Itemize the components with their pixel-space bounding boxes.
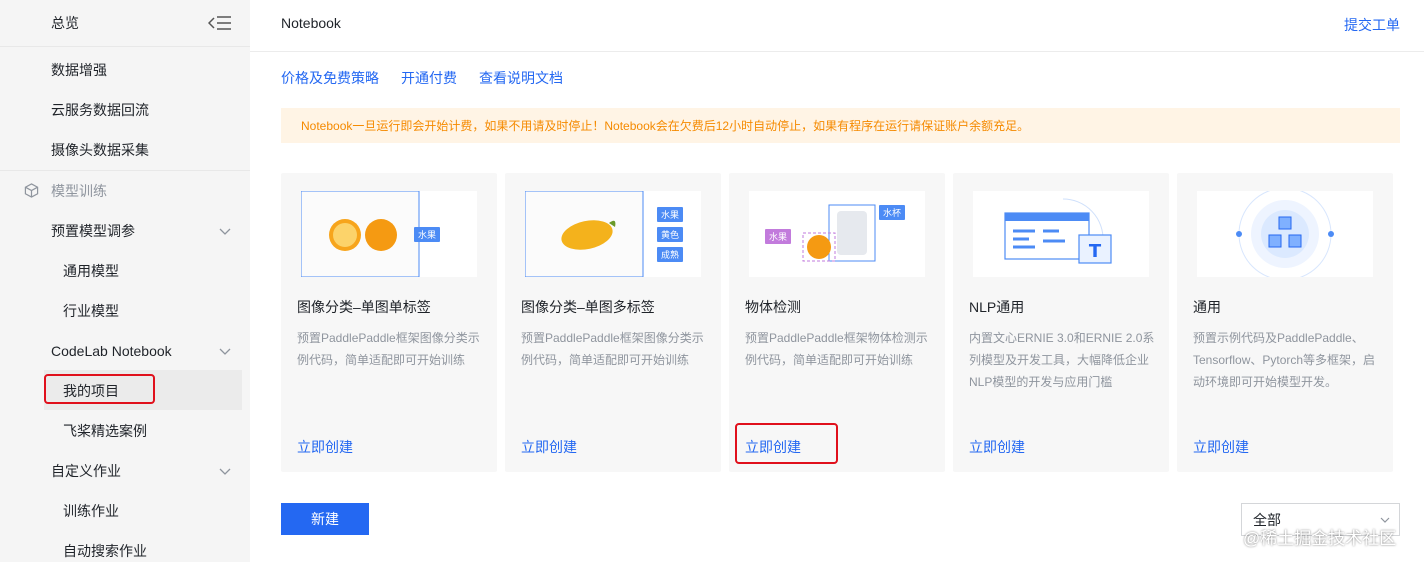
card-illustration: T (973, 191, 1149, 277)
notice-text: Notebook一旦运行即会开始计费，如果不用请及时停止！Notebook会在欠… (301, 119, 1030, 133)
sidebar-item-auto-search-jobs[interactable]: 自动搜索作业 (0, 531, 250, 562)
template-card-image-multi-label: 水果 黄色 成熟 图像分类–单图多标签 预置PaddlePaddle框架图像分类… (505, 173, 721, 472)
tag-label: 水果 (657, 207, 684, 222)
sidebar-item-data-augmentation[interactable]: 数据增强 (0, 50, 250, 90)
card-description: 预置PaddlePaddle框架图像分类示例代码，简单适配即可开始训练 (521, 331, 704, 367)
card-title: 物体检测 (745, 299, 801, 315)
sidebar-item-label: 飞桨精选案例 (63, 423, 147, 439)
sidebar-item-training-jobs[interactable]: 训练作业 (0, 491, 250, 531)
sidebar-group-model-training: 模型训练 (0, 171, 250, 211)
pricing-link[interactable]: 价格及免费策略 (281, 68, 379, 88)
create-button[interactable]: 立即创建 (521, 437, 577, 457)
sidebar-item-industry-model[interactable]: 行业模型 (0, 291, 250, 331)
sidebar-item-label: 云服务数据回流 (51, 102, 149, 118)
sidebar-item-label: 摄像头数据采集 (51, 142, 149, 158)
tag-label: 水果 (414, 227, 441, 242)
tag-label: 黄色 (657, 227, 684, 242)
tag-label: 水杯 (879, 205, 906, 220)
sidebar-item-paddle-cases[interactable]: 飞桨精选案例 (0, 411, 250, 451)
activate-payment-link[interactable]: 开通付费 (401, 68, 457, 88)
sidebar: 总览 数据增强 云服务数据回流 摄像头数据采集 模型训练 预置模型调参 通用模型… (0, 0, 250, 562)
chevron-down-icon (219, 468, 231, 475)
sidebar-group-label: 模型训练 (51, 183, 107, 199)
template-card-image-single-label: 水果 图像分类–单图单标签 预置PaddlePaddle框架图像分类示例代码，简… (281, 173, 497, 472)
card-description: 预置PaddlePaddle框架物体检测示例代码，简单适配即可开始训练 (745, 331, 928, 367)
collapse-menu-icon[interactable] (208, 15, 232, 31)
page-title: Notebook (281, 15, 341, 31)
sidebar-item-preset-tuning[interactable]: 预置模型调参 (0, 211, 250, 251)
sidebar-item-cloud-data-reflow[interactable]: 云服务数据回流 (0, 90, 250, 130)
card-title: 通用 (1193, 299, 1221, 315)
sidebar-divider (0, 46, 250, 47)
card-illustration: 水果 黄色 成熟 (525, 191, 701, 277)
svg-text:T: T (1089, 241, 1102, 262)
oranges-illustration (301, 191, 420, 277)
sidebar-item-codelab-notebook[interactable]: CodeLab Notebook (0, 331, 250, 371)
sidebar-item-label: 自动搜索作业 (63, 543, 147, 559)
general-illustration (1236, 191, 1334, 277)
submit-ticket-link[interactable]: 提交工单 (1344, 15, 1400, 35)
card-illustration (1197, 191, 1373, 277)
template-card-nlp: T NLP通用 内置文心ERNIE 3.0和ERNIE 2.0系列模型及开发工具… (953, 173, 1169, 472)
highlight-annotation (735, 423, 838, 464)
sidebar-item-label: 预置模型调参 (51, 223, 135, 239)
sidebar-item-label: 自定义作业 (51, 463, 121, 479)
card-description: 预置PaddlePaddle框架图像分类示例代码，简单适配即可开始训练 (297, 331, 480, 367)
template-card-general: 通用 预置示例代码及PaddlePaddle、Tensorflow、Pytorc… (1177, 173, 1393, 472)
sidebar-item-custom-jobs[interactable]: 自定义作业 (0, 451, 250, 491)
chevron-down-icon (219, 348, 231, 355)
sidebar-item-label: CodeLab Notebook (51, 343, 172, 359)
sidebar-item-label: 通用模型 (63, 263, 119, 279)
chevron-down-icon (219, 228, 231, 235)
create-button[interactable]: 立即创建 (297, 437, 353, 457)
sidebar-item-label: 总览 (51, 15, 79, 31)
sidebar-item-camera-collection[interactable]: 摄像头数据采集 (0, 130, 250, 170)
header-divider (250, 51, 1424, 52)
card-title: 图像分类–单图单标签 (297, 299, 431, 315)
help-links: 价格及免费策略 开通付费 查看说明文档 (281, 68, 563, 88)
nlp-illustration: T (1004, 198, 1112, 264)
card-title: NLP通用 (969, 299, 1025, 315)
card-description: 预置示例代码及PaddlePaddle、Tensorflow、Pytorch等多… (1193, 331, 1376, 389)
create-button[interactable]: 立即创建 (1193, 437, 1249, 457)
card-illustration: 水果 水杯 (749, 191, 925, 277)
docs-link[interactable]: 查看说明文档 (479, 68, 563, 88)
sidebar-item-general-model[interactable]: 通用模型 (0, 251, 250, 291)
sidebar-item-label: 行业模型 (63, 303, 119, 319)
sidebar-item-label: 训练作业 (63, 503, 119, 519)
watermark: @稀土掘金技术社区 (1243, 529, 1397, 548)
tag-label: 成熟 (657, 247, 684, 262)
billing-notice: Notebook一旦运行即会开始计费，如果不用请及时停止！Notebook会在欠… (281, 108, 1400, 143)
create-button[interactable]: 立即创建 (969, 437, 1025, 457)
card-illustration: 水果 (301, 191, 477, 277)
new-button[interactable]: 新建 (281, 503, 369, 535)
highlight-annotation (44, 374, 155, 404)
card-title: 图像分类–单图多标签 (521, 299, 655, 315)
sidebar-item-label: 数据增强 (51, 62, 107, 78)
tag-label: 水果 (765, 229, 792, 244)
card-description: 内置文心ERNIE 3.0和ERNIE 2.0系列模型及开发工具，大幅降低企业N… (969, 331, 1155, 389)
